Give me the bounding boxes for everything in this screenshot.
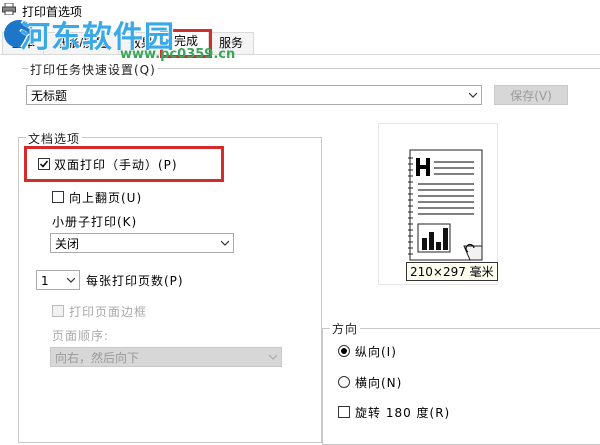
save-button[interactable]: 保存(V) (494, 85, 568, 105)
duplex-highlight (24, 146, 224, 182)
save-button-label: 保存(V) (510, 89, 552, 103)
rotate-checkbox[interactable] (338, 406, 350, 418)
flip-up-label[interactable]: 向上翻页(U) (69, 189, 142, 206)
booklet-select[interactable]: 关闭 (50, 233, 234, 253)
chevron-down-icon (67, 277, 75, 283)
quick-sets-label: 打印任务快速设置(Q) (28, 61, 158, 78)
print-borders-checkbox[interactable] (52, 305, 64, 317)
portrait-label[interactable]: 纵向(I) (355, 343, 397, 360)
chevron-down-icon (221, 240, 229, 246)
quick-sets-select[interactable]: 无标题 (26, 85, 482, 105)
page-order-select[interactable]: 向右，然后向下 (50, 347, 282, 367)
document-options-label: 文档选项 (26, 130, 83, 147)
pages-per-sheet-select[interactable]: 1 (36, 270, 80, 290)
quick-sets-value: 无标题 (31, 89, 68, 103)
page-order-label: 页面顺序: (52, 329, 110, 343)
chevron-down-icon (269, 354, 277, 360)
paper-size-label: 210×297 毫米 (406, 262, 498, 281)
booklet-value: 关闭 (55, 237, 80, 251)
printer-icon (2, 3, 16, 15)
page-preview-icon (408, 149, 483, 261)
landscape-label[interactable]: 横向(N) (355, 374, 402, 391)
landscape-radio[interactable] (338, 376, 350, 388)
print-borders-label[interactable]: 打印页面边框 (69, 303, 147, 320)
document-options-group (18, 137, 322, 443)
page-order-value: 向右，然后向下 (55, 351, 140, 365)
flip-up-checkbox[interactable] (52, 191, 64, 203)
booklet-label: 小册子打印(K) (52, 215, 138, 229)
pages-per-sheet-value: 1 (41, 274, 49, 288)
watermark-url: www.pc0359.cn (120, 47, 236, 62)
pages-per-sheet-label: 每张打印页数(P) (86, 274, 184, 288)
rotate-label[interactable]: 旋转 180 度(R) (355, 404, 450, 421)
orientation-label: 方向 (330, 320, 361, 337)
portrait-radio[interactable] (338, 345, 350, 357)
chevron-down-icon (469, 92, 477, 98)
